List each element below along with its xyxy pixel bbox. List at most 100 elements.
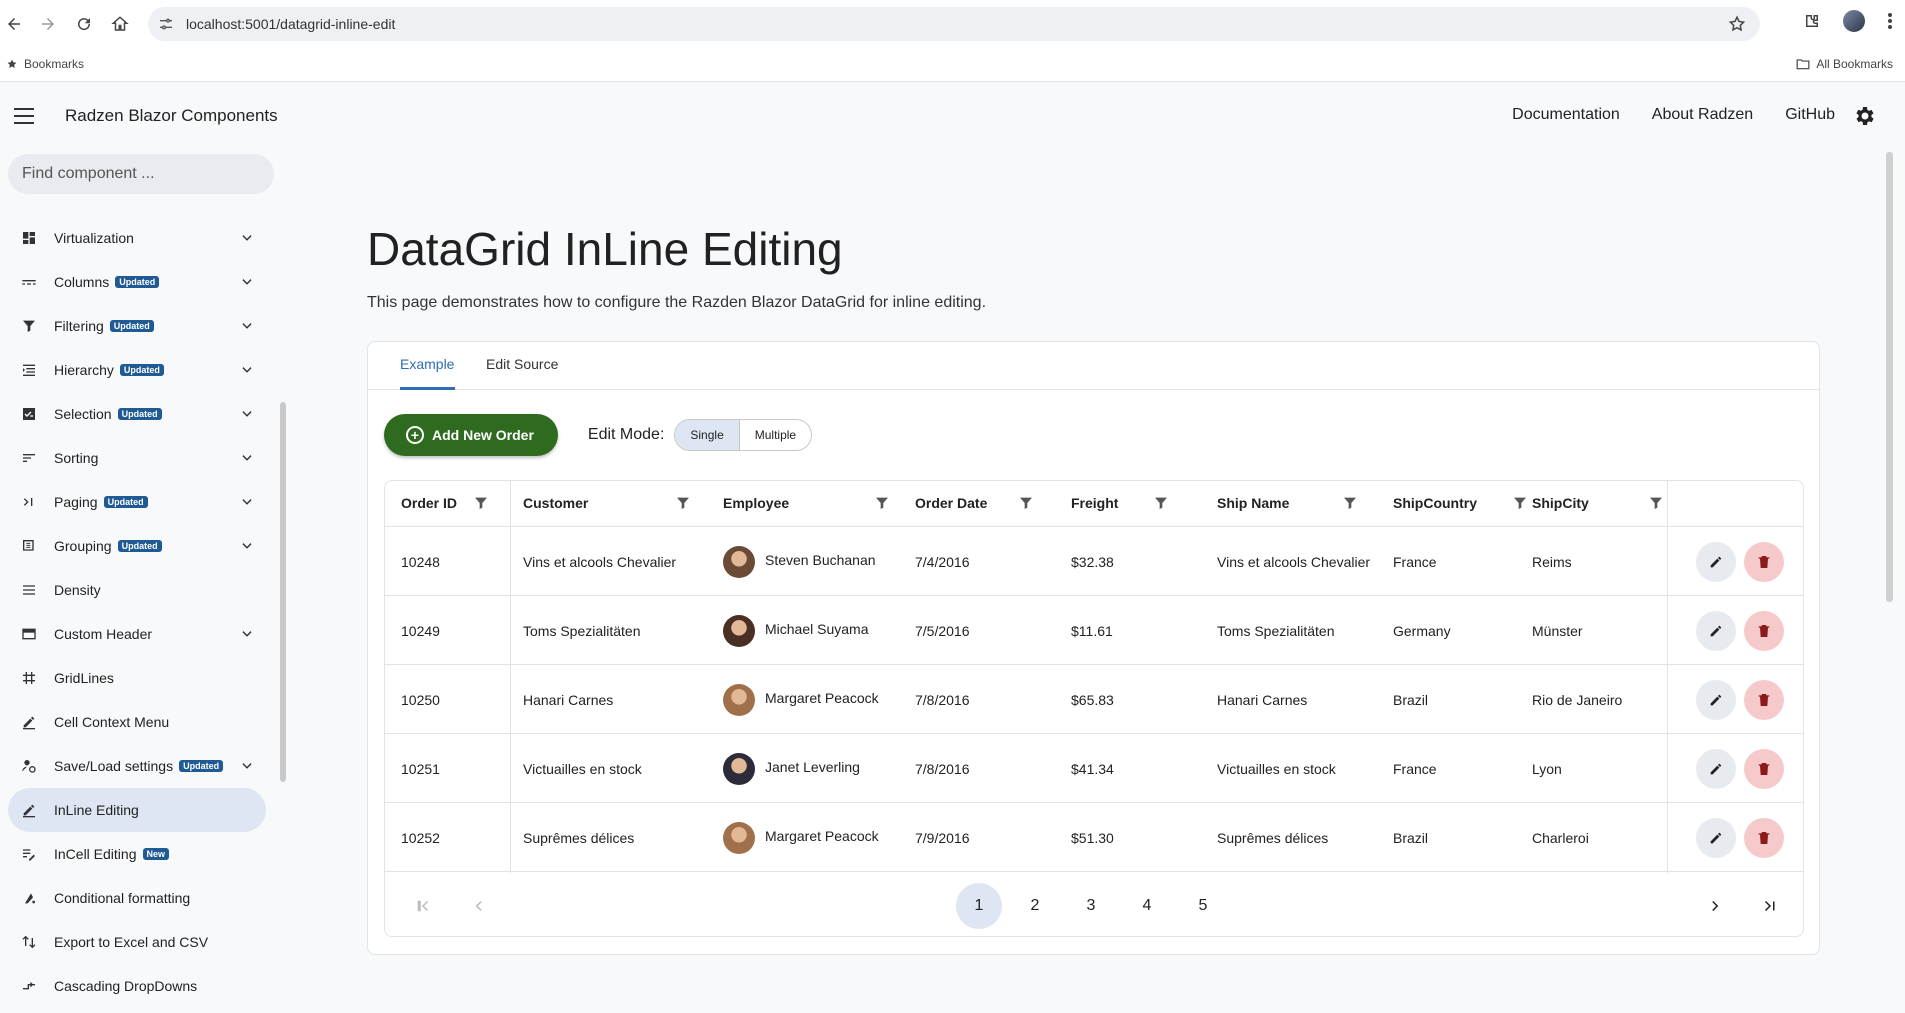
- edit-mode-single[interactable]: Single: [675, 420, 740, 450]
- table-row[interactable]: 10250 Hanari Carnes Margaret Peacock 7/8/20…: [385, 665, 1803, 734]
- table-row[interactable]: 10249 Toms Spezialitäten Michael Suyama 7/5…: [385, 596, 1803, 665]
- page-scrollbar[interactable]: [1886, 152, 1893, 602]
- column-header-freight[interactable]: Freight: [1071, 495, 1118, 511]
- sidebar-item-export-to-excel-and-csv[interactable]: Export to Excel and CSV: [8, 920, 266, 964]
- hamburger-menu-icon[interactable]: [14, 108, 34, 124]
- density-icon: [20, 581, 38, 599]
- chevron-down-icon[interactable]: [240, 275, 254, 289]
- cell-ship-country: France: [1393, 761, 1437, 777]
- profile-avatar[interactable]: [1843, 10, 1865, 32]
- documentation-link[interactable]: Documentation: [1512, 106, 1620, 124]
- sidebar-item-paging[interactable]: Paging Updated: [8, 480, 266, 524]
- delete-row-button[interactable]: [1744, 542, 1784, 582]
- page-button-3[interactable]: 3: [1068, 883, 1114, 929]
- prev-page-icon[interactable]: [456, 883, 502, 929]
- forward-icon[interactable]: [34, 10, 62, 38]
- delete-row-button[interactable]: [1744, 680, 1784, 720]
- filter-icon[interactable]: [1342, 495, 1358, 511]
- url-text[interactable]: localhost:5001/datagrid-inline-edit: [186, 16, 395, 32]
- column-header-order-id[interactable]: Order ID: [401, 495, 457, 511]
- chevron-down-icon[interactable]: [240, 539, 254, 553]
- filter-icon[interactable]: [1153, 495, 1169, 511]
- extensions-icon[interactable]: [1803, 12, 1821, 30]
- menu-dots-icon[interactable]: [1887, 12, 1893, 30]
- column-header-order-date[interactable]: Order Date: [915, 495, 987, 511]
- sidebar-item-inline-editing[interactable]: InLine Editing: [8, 788, 266, 832]
- chevron-down-icon[interactable]: [240, 759, 254, 773]
- column-header-customer[interactable]: Customer: [523, 495, 588, 511]
- first-page-icon[interactable]: [400, 883, 446, 929]
- delete-row-button[interactable]: [1744, 611, 1784, 651]
- delete-row-button[interactable]: [1744, 818, 1784, 858]
- search-input[interactable]: [8, 154, 274, 194]
- column-header-employee[interactable]: Employee: [723, 495, 789, 511]
- chevron-down-icon[interactable]: [240, 451, 254, 465]
- chevron-down-icon[interactable]: [240, 407, 254, 421]
- chevron-down-icon[interactable]: [240, 495, 254, 509]
- status-badge: Updated: [119, 364, 164, 376]
- add-new-order-button[interactable]: + Add New Order: [384, 414, 558, 456]
- edit-row-button[interactable]: [1696, 749, 1736, 789]
- chevron-down-icon[interactable]: [240, 231, 254, 245]
- page-button-2[interactable]: 2: [1012, 883, 1058, 929]
- sidebar-item-cell-context-menu[interactable]: Cell Context Menu: [8, 700, 266, 744]
- sidebar-item-grouping[interactable]: Grouping Updated: [8, 524, 266, 568]
- edit-row-button[interactable]: [1696, 818, 1736, 858]
- page-button-4[interactable]: 4: [1124, 883, 1170, 929]
- all-bookmarks-button[interactable]: All Bookmarks: [1796, 57, 1893, 71]
- sidebar-item-hierarchy[interactable]: Hierarchy Updated: [8, 348, 266, 392]
- tab-edit-source[interactable]: Edit Source: [486, 356, 558, 372]
- sidebar-item-filtering[interactable]: Filtering Updated: [8, 304, 266, 348]
- filter-icon[interactable]: [874, 495, 890, 511]
- bookmark-star-icon[interactable]: [1728, 15, 1746, 33]
- filter-icon[interactable]: [473, 495, 489, 511]
- sidebar-item-columns[interactable]: Columns Updated: [8, 260, 266, 304]
- gear-icon[interactable]: [1853, 104, 1877, 128]
- column-header-ship-name[interactable]: Ship Name: [1217, 495, 1289, 511]
- sidebar-item-save-load-settings[interactable]: Save/Load settings Updated: [8, 744, 266, 788]
- sidebar-item-gridlines[interactable]: GridLines: [8, 656, 266, 700]
- checkbox-icon: [20, 405, 38, 423]
- next-page-icon[interactable]: [1692, 883, 1738, 929]
- chevron-down-icon[interactable]: [240, 319, 254, 333]
- table-row[interactable]: 10251 Victuailles en stock Janet Leverling…: [385, 734, 1803, 803]
- sidebar-item-incell-editing[interactable]: InCell Editing New: [8, 832, 266, 876]
- chevron-down-icon[interactable]: [240, 363, 254, 377]
- sidebar-item-virtualization[interactable]: Virtualization: [8, 216, 266, 260]
- page-button-5[interactable]: 5: [1180, 883, 1226, 929]
- column-header-shipcity[interactable]: ShipCity: [1532, 495, 1589, 511]
- about-radzen-link[interactable]: About Radzen: [1652, 106, 1753, 124]
- chevron-down-icon[interactable]: [240, 627, 254, 641]
- sidebar-item-sorting[interactable]: Sorting: [8, 436, 266, 480]
- sidebar-item-density[interactable]: Density: [8, 568, 266, 612]
- sidebar-item-conditional-formatting[interactable]: Conditional formatting: [8, 876, 266, 920]
- sidebar-scrollbar[interactable]: [280, 402, 286, 782]
- site-info-icon[interactable]: [158, 16, 174, 32]
- delete-row-button[interactable]: [1744, 749, 1784, 789]
- back-icon[interactable]: [0, 10, 28, 38]
- filter-icon[interactable]: [1648, 495, 1664, 511]
- bookmarks-button[interactable]: Bookmarks: [6, 57, 84, 71]
- tab-example[interactable]: Example: [400, 356, 454, 372]
- last-page-icon[interactable]: [1747, 883, 1793, 929]
- sidebar-item-selection[interactable]: Selection Updated: [8, 392, 266, 436]
- reload-icon[interactable]: [70, 10, 98, 38]
- edit-mode-multiple[interactable]: Multiple: [740, 420, 811, 450]
- add-new-order-label: Add New Order: [432, 427, 534, 443]
- page-button-1[interactable]: 1: [956, 883, 1002, 929]
- edit-row-button[interactable]: [1696, 680, 1736, 720]
- table-row[interactable]: 10248 Vins et alcools Chevalier Steven Buc…: [385, 527, 1803, 596]
- filter-icon[interactable]: [1512, 495, 1528, 511]
- home-icon[interactable]: [106, 10, 134, 38]
- filter-icon[interactable]: [675, 495, 691, 511]
- github-link[interactable]: GitHub: [1785, 106, 1835, 124]
- column-header-shipcountry[interactable]: ShipCountry: [1393, 495, 1477, 511]
- edit-row-button[interactable]: [1696, 542, 1736, 582]
- sidebar-item-custom-header[interactable]: Custom Header: [8, 612, 266, 656]
- pencil-icon: [1708, 830, 1724, 846]
- sidebar-item-cascading-dropdowns[interactable]: Cascading DropDowns: [8, 964, 266, 1008]
- edit-row-button[interactable]: [1696, 611, 1736, 651]
- filter-icon[interactable]: [1018, 495, 1034, 511]
- address-bar[interactable]: localhost:5001/datagrid-inline-edit: [148, 7, 1760, 41]
- table-row[interactable]: 10252 Suprêmes délices Margaret Peacock 7/9…: [385, 803, 1803, 872]
